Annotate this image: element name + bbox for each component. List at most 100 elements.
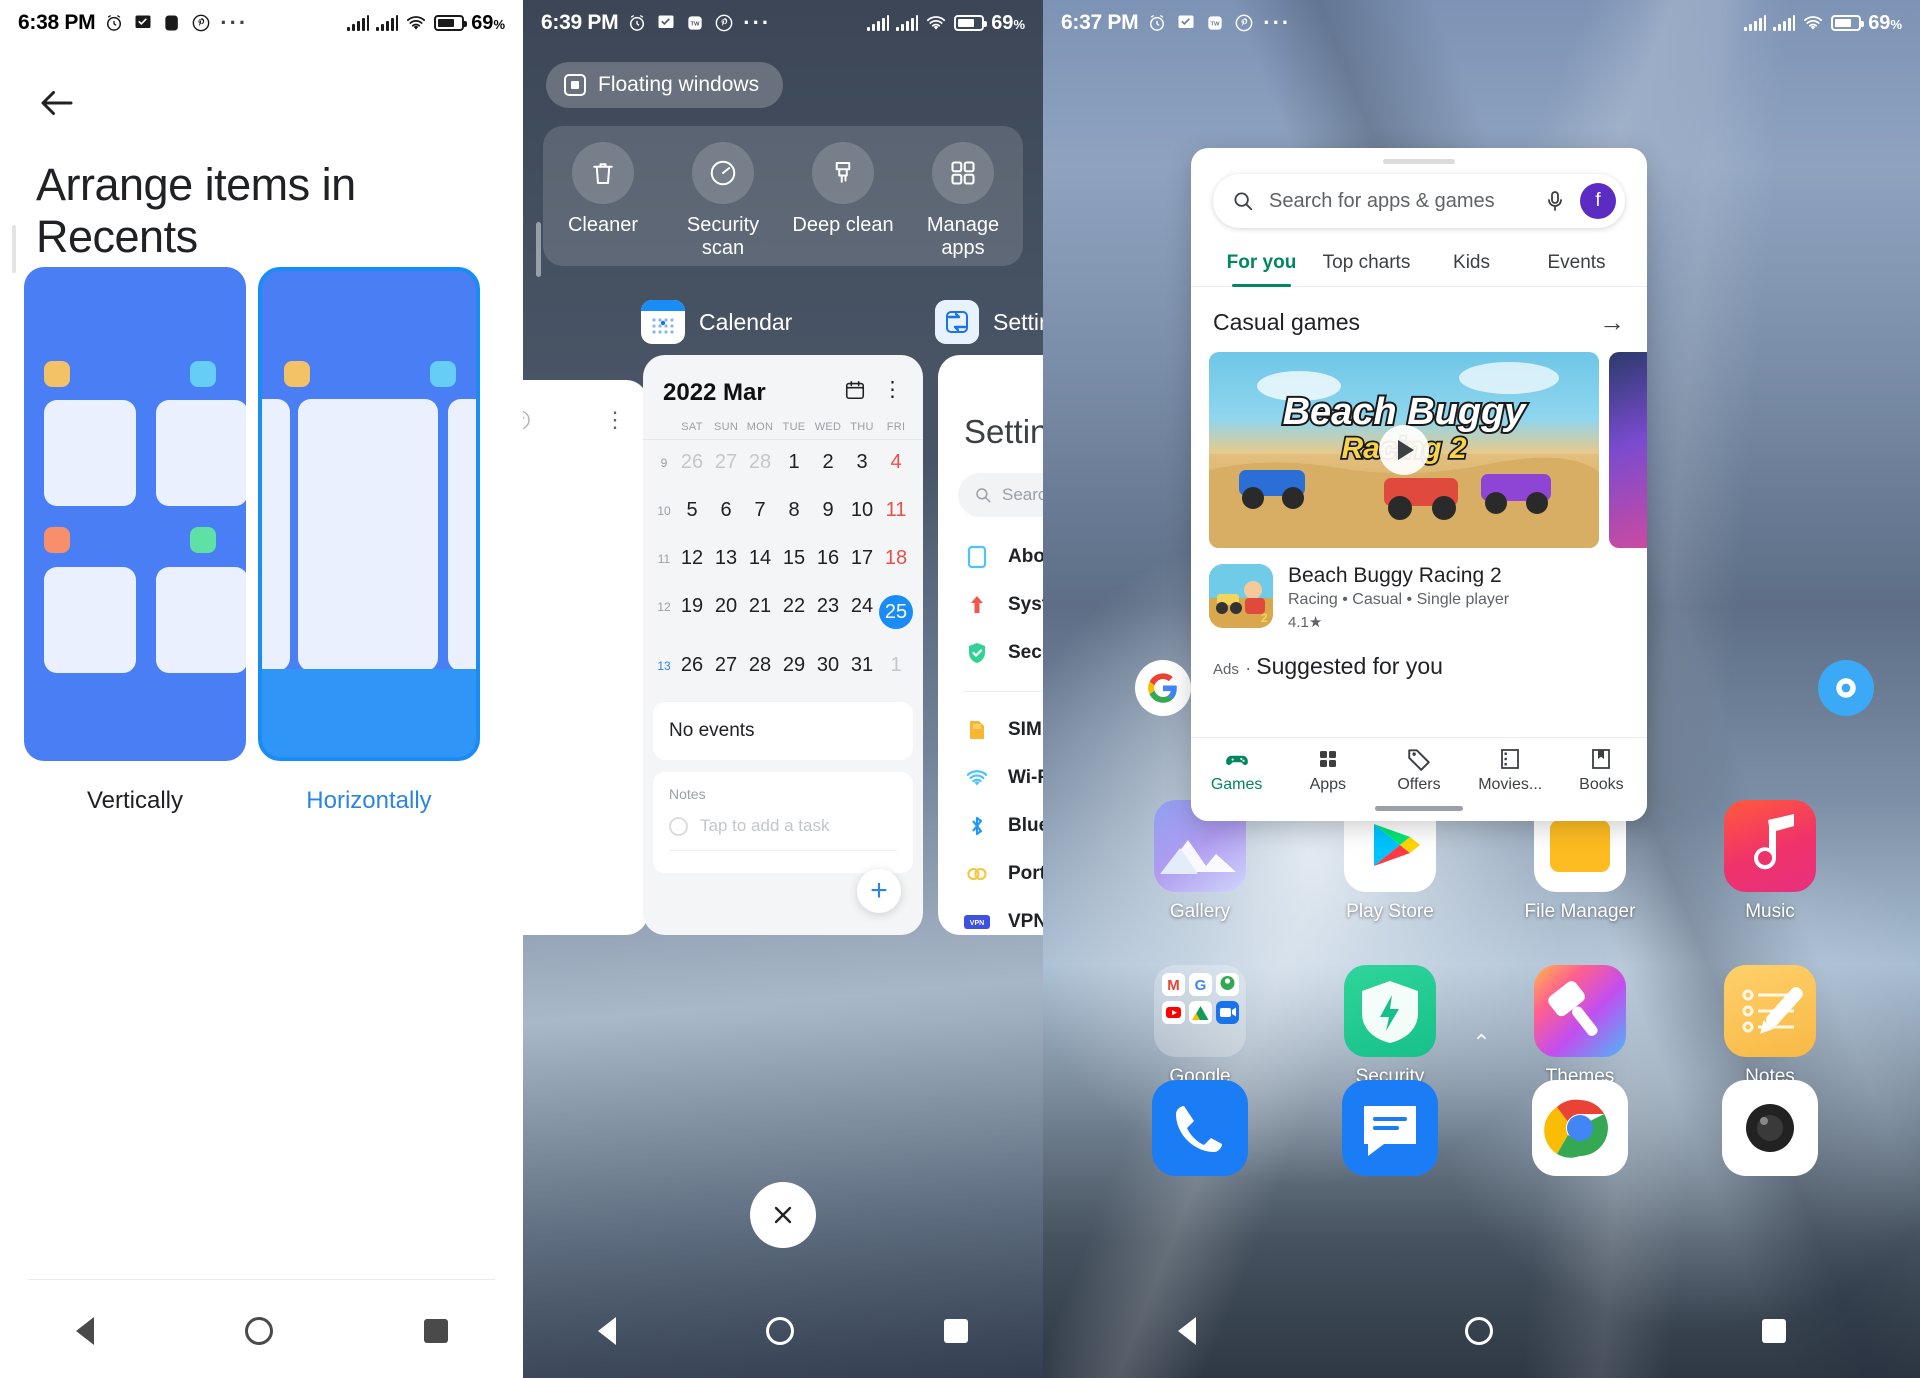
hero-banner-next[interactable] xyxy=(1609,352,1647,548)
add-task-row[interactable]: Tap to add a task xyxy=(669,816,897,836)
recents-button[interactable] xyxy=(944,1318,968,1343)
calendar-day[interactable]: 8 xyxy=(777,488,811,533)
app-header-calendar[interactable]: Calendar xyxy=(641,300,792,344)
calendar-day[interactable]: 1 xyxy=(777,440,811,485)
label-horizontally[interactable]: Horizontally xyxy=(258,787,480,815)
tool-manage-apps[interactable]: Manage apps xyxy=(903,142,1023,260)
app-drawer-chevron-icon[interactable]: ⌃ xyxy=(1472,1030,1490,1056)
play-store-search-bar[interactable]: Search for apps & games f xyxy=(1213,174,1625,228)
settings-item-about-phone[interactable]: About ph xyxy=(938,533,1043,581)
dock-camera[interactable] xyxy=(1675,1080,1865,1176)
app-header-settings[interactable]: Settings xyxy=(935,300,1043,344)
calendar-day[interactable]: 2 xyxy=(811,440,845,485)
calendar-day[interactable]: 29 xyxy=(777,643,811,688)
bottom-nav-movies[interactable]: Movies... xyxy=(1465,746,1556,794)
bottom-nav-games[interactable]: Games xyxy=(1191,746,1282,794)
calendar-day[interactable]: 24 xyxy=(845,584,879,640)
calendar-day[interactable]: 26 xyxy=(675,440,709,485)
close-all-button[interactable] xyxy=(750,1182,816,1248)
recents-button[interactable] xyxy=(423,1318,448,1343)
calendar-day[interactable]: 6 xyxy=(709,488,743,533)
section-header-casual-games[interactable]: Casual games → xyxy=(1191,287,1647,352)
calendar-day[interactable]: 18 xyxy=(879,536,913,581)
tab-kids[interactable]: Kids xyxy=(1419,242,1524,286)
calendar-day[interactable]: 15 xyxy=(777,536,811,581)
settings-item-bluetooth[interactable]: Bluetoot xyxy=(938,802,1043,850)
drag-handle[interactable] xyxy=(1383,159,1455,164)
tool-cleaner[interactable]: Cleaner xyxy=(543,142,663,237)
preview-vertically[interactable] xyxy=(24,267,246,761)
app-listing-row[interactable]: 2 Beach Buggy Racing 2 Racing • Casual •… xyxy=(1191,548,1647,631)
calendar-day[interactable]: 4 xyxy=(879,440,913,485)
google-search-bubble[interactable] xyxy=(1135,660,1191,716)
recents-card-calendar[interactable]: 2022 Mar ⋮ SAT SUN MON TUE WED THU FRI 9… xyxy=(643,355,923,935)
calendar-day[interactable]: 1 xyxy=(879,643,913,688)
tool-security-scan[interactable]: Security scan xyxy=(663,142,783,260)
back-button[interactable] xyxy=(1177,1316,1196,1345)
notes-section[interactable]: Notes Tap to add a task xyxy=(653,772,913,873)
calendar-day[interactable]: 9 xyxy=(811,488,845,533)
home-button[interactable] xyxy=(244,1316,273,1345)
calendar-day[interactable]: 17 xyxy=(845,536,879,581)
tab-events[interactable]: Events xyxy=(1524,242,1629,286)
floating-windows-chip[interactable]: Floating windows xyxy=(546,62,784,108)
label-vertically[interactable]: Vertically xyxy=(24,787,246,815)
calendar-day[interactable]: 13 xyxy=(709,536,743,581)
avatar[interactable]: f xyxy=(1580,183,1616,219)
bottom-nav-books[interactable]: Books xyxy=(1556,746,1647,794)
preview-horizontally[interactable] xyxy=(258,267,480,761)
calendar-day[interactable]: 5 xyxy=(675,488,709,533)
overflow-menu-icon[interactable]: ⋮ xyxy=(604,409,626,431)
calendar-add-button[interactable]: + xyxy=(857,869,901,913)
settings-item-sim-card[interactable]: SIM card xyxy=(938,706,1043,754)
task-checkbox-icon[interactable] xyxy=(669,816,688,836)
recents-card-partial[interactable]: ⋮ + xyxy=(523,380,648,935)
back-arrow-icon[interactable] xyxy=(36,82,78,124)
calendar-day[interactable]: 10 xyxy=(845,488,879,533)
back-button[interactable] xyxy=(75,1316,94,1345)
tool-deep-clean[interactable]: Deep clean xyxy=(783,142,903,237)
hero-carousel[interactable]: Beach Buggy Racing 2 xyxy=(1209,352,1647,548)
app-notes[interactable]: Notes xyxy=(1675,965,1865,1088)
tab-for-you[interactable]: For you xyxy=(1209,242,1314,287)
calendar-view-icon[interactable] xyxy=(844,379,866,401)
app-folder-google[interactable]: M G Google xyxy=(1105,965,1295,1088)
scroll-indicator[interactable] xyxy=(536,222,541,277)
scroll-indicator[interactable] xyxy=(12,225,16,273)
play-video-button[interactable] xyxy=(1379,425,1429,475)
calendar-day[interactable]: 3 xyxy=(845,440,879,485)
calendar-day[interactable]: 31 xyxy=(845,643,879,688)
calendar-day[interactable]: 30 xyxy=(811,643,845,688)
settings-item-vpn[interactable]: VPN VPN xyxy=(938,898,1043,935)
app-security[interactable]: Security xyxy=(1295,965,1485,1088)
calendar-day[interactable]: 19 xyxy=(675,584,709,640)
bottom-nav-apps[interactable]: Apps xyxy=(1282,746,1373,794)
settings-search-input[interactable]: Search se xyxy=(958,473,1043,517)
settings-item-system-update[interactable]: System a xyxy=(938,581,1043,629)
hero-banner-beach-buggy[interactable]: Beach Buggy Racing 2 xyxy=(1209,352,1599,548)
settings-item-security[interactable]: Security xyxy=(938,629,1043,677)
home-button[interactable] xyxy=(766,1316,794,1345)
overflow-menu-icon[interactable]: ⋮ xyxy=(882,379,903,399)
calendar-day[interactable]: 28 xyxy=(743,643,777,688)
calendar-day[interactable]: 27 xyxy=(709,440,743,485)
calendar-day[interactable]: 21 xyxy=(743,584,777,640)
gesture-bar[interactable] xyxy=(1375,806,1463,811)
calendar-day[interactable]: 28 xyxy=(743,440,777,485)
calendar-day[interactable]: 16 xyxy=(811,536,845,581)
settings-item-wifi[interactable]: Wi-Fi xyxy=(938,754,1043,802)
dock-messages[interactable] xyxy=(1295,1080,1485,1176)
calendar-day[interactable]: 27 xyxy=(709,643,743,688)
calendar-day[interactable]: 12 xyxy=(675,536,709,581)
dock-chrome[interactable] xyxy=(1485,1080,1675,1176)
tab-top-charts[interactable]: Top charts xyxy=(1314,242,1419,286)
floating-window-play-store[interactable]: Search for apps & games f For you Top ch… xyxy=(1191,148,1647,821)
calendar-day[interactable]: 14 xyxy=(743,536,777,581)
browser-bubble[interactable] xyxy=(1818,660,1874,716)
app-themes[interactable]: Themes xyxy=(1485,965,1675,1088)
calendar-grid[interactable]: 9 26 27 28 1 2 3 4 10 5 6 7 8 9 10 11 11… xyxy=(643,439,923,688)
bottom-nav-offers[interactable]: Offers xyxy=(1373,746,1464,794)
calendar-day[interactable]: 20 xyxy=(709,584,743,640)
home-button[interactable] xyxy=(1464,1316,1493,1345)
app-music[interactable]: Music xyxy=(1675,800,1865,923)
